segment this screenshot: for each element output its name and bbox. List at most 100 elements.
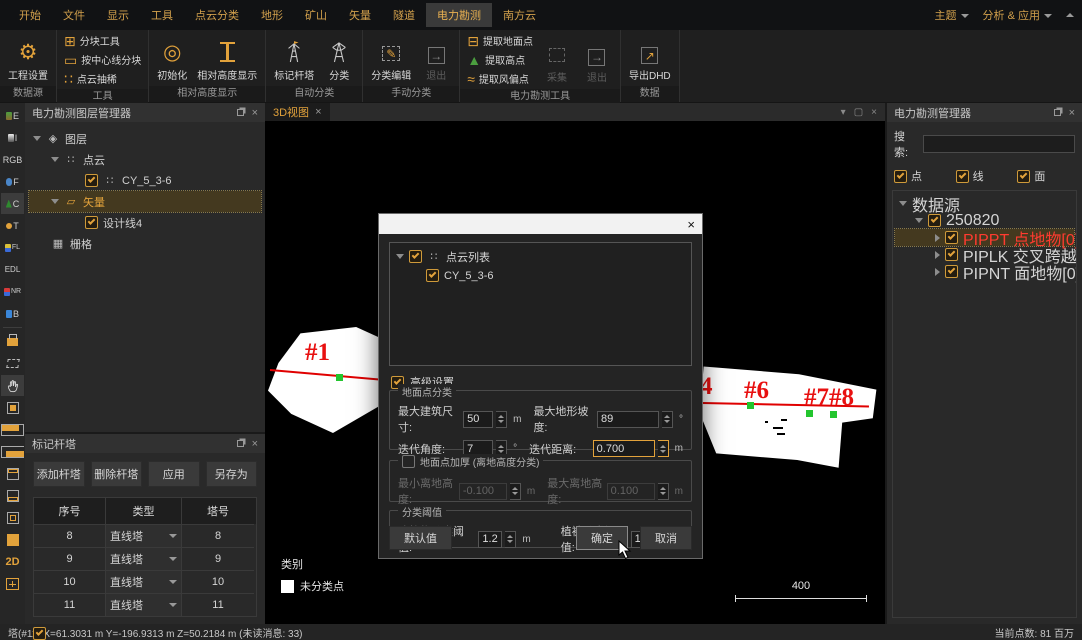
cancel-button[interactable]: 取消 [640, 526, 692, 550]
expander-icon[interactable] [935, 268, 940, 276]
add-viewport-button[interactable] [1, 573, 24, 594]
close-icon[interactable]: × [252, 439, 258, 449]
menu-mine[interactable]: 矿山 [294, 3, 338, 27]
view-cube-left-button[interactable] [1, 485, 24, 506]
menu-south-cloud[interactable]: 南方云 [492, 3, 547, 27]
export-dhd-button[interactable]: ↗ 导出DHD [625, 32, 675, 84]
tree-node-cy536[interactable]: CY_5_3-6 [392, 266, 689, 285]
close-icon[interactable]: × [871, 107, 877, 118]
expander-icon[interactable] [899, 201, 907, 206]
search-input[interactable] [923, 135, 1075, 153]
tree-node-pointcloud-list[interactable]: ∷ 点云列表 [392, 247, 689, 266]
max-terrain-slope-input[interactable] [597, 411, 659, 428]
line-checkbox[interactable] [956, 170, 969, 183]
extract-high-points-button[interactable]: ▲ 提取高点 [464, 51, 536, 68]
view-2d-button[interactable]: 2D [1, 551, 24, 572]
table-row[interactable]: 8 直线塔 8 [34, 524, 256, 547]
collapse-ribbon-icon[interactable] [1066, 13, 1074, 17]
menu-pointcloud-classify[interactable]: 点云分类 [184, 3, 250, 27]
close-icon[interactable]: × [687, 218, 695, 231]
edl-mode-button[interactable]: EDL [1, 259, 24, 280]
checkbox-checked[interactable] [409, 250, 422, 263]
view-cube-front-button[interactable] [1, 441, 24, 462]
view-cube-solid-button[interactable] [1, 397, 24, 418]
block-tool-button[interactable]: ⊞ 分块工具 [61, 32, 144, 49]
classification-mode-button[interactable]: C [1, 193, 24, 214]
zoom-extent-button[interactable] [1, 529, 24, 550]
tree-node-layers[interactable]: ◈ 图层 [29, 128, 261, 149]
close-tab-icon[interactable]: × [315, 106, 321, 118]
centerline-block-button[interactable]: ▭ 按中心线分块 [61, 51, 144, 68]
blend-mode-button[interactable]: F [1, 171, 24, 192]
iteration-distance-input[interactable] [593, 440, 655, 457]
checkbox-checked[interactable] [945, 231, 958, 244]
tree-node-vector[interactable]: ▱ 矢量 [29, 191, 261, 212]
pan-button[interactable] [1, 375, 24, 396]
menu-terrain[interactable]: 地形 [250, 3, 294, 27]
select-bucket-button[interactable] [1, 331, 24, 352]
filter-point[interactable]: 点 [894, 168, 952, 184]
point-checkbox[interactable] [894, 170, 907, 183]
checkbox-checked[interactable] [426, 269, 439, 282]
apply-button[interactable]: 应用 [148, 461, 200, 487]
mark-tower-button[interactable]: 标记杆塔 [270, 32, 318, 84]
default-values-button[interactable]: 默认值 [389, 526, 452, 550]
delete-tower-button[interactable]: 删除杆塔 [91, 461, 143, 487]
tree-node-pipnt[interactable]: PIPNT 面地物[0] [895, 263, 1074, 280]
type-dropdown[interactable]: 直线塔 [106, 524, 182, 547]
checkbox-checked[interactable] [85, 174, 98, 187]
table-row[interactable]: 10 直线塔 10 [34, 570, 256, 593]
thicken-checkbox-unchecked[interactable] [402, 455, 415, 468]
project-settings-button[interactable]: ⚙ 工程设置 [4, 32, 52, 84]
table-row[interactable]: 11 直线塔 11 [34, 593, 256, 616]
filter-area[interactable]: 面 [1017, 168, 1075, 184]
tree-node-cy536[interactable]: ∷ CY_5_3-6 [29, 170, 261, 191]
maximize-icon[interactable]: ▢ [854, 107, 863, 118]
close-icon[interactable]: × [252, 108, 258, 118]
expander-icon[interactable] [396, 254, 404, 259]
save-as-button[interactable]: 另存为 [206, 461, 258, 487]
flightline-mode-button[interactable]: FL [1, 237, 24, 258]
filter-line[interactable]: 线 [956, 168, 1014, 184]
add-tower-button[interactable]: 添加杆塔 [33, 461, 85, 487]
blend-b-mode-button[interactable]: B [1, 303, 24, 324]
area-checkbox[interactable] [1017, 170, 1030, 183]
tab-list-icon[interactable]: ▾ [841, 107, 846, 118]
menu-vector[interactable]: 矢量 [338, 3, 382, 27]
show-all-towers-checkbox[interactable] [33, 627, 46, 640]
time-mode-button[interactable]: T [1, 215, 24, 236]
menu-file[interactable]: 文件 [52, 3, 96, 27]
classify-edit-button[interactable]: ✎ 分类编辑 [367, 32, 415, 84]
menu-power-survey[interactable]: 电力勘测 [426, 3, 492, 27]
intensity-mode-button[interactable]: I [1, 127, 24, 148]
checkbox-checked[interactable] [945, 265, 958, 278]
type-dropdown[interactable]: 直线塔 [106, 570, 182, 593]
tree-node-pointcloud[interactable]: ∷ 点云 [29, 149, 261, 170]
menu-start[interactable]: 开始 [8, 3, 52, 27]
menu-tools[interactable]: 工具 [140, 3, 184, 27]
theme-dropdown[interactable]: 主题 [935, 7, 969, 23]
expander-icon[interactable] [935, 234, 940, 242]
return-mode-button[interactable]: NR [1, 281, 24, 302]
checkbox-checked[interactable] [85, 216, 98, 229]
max-building-size-input[interactable] [463, 411, 493, 428]
menu-tunnel[interactable]: 隧道 [382, 3, 426, 27]
relative-height-display-button[interactable]: 相对高度显示 [193, 32, 261, 84]
menu-display[interactable]: 显示 [96, 3, 140, 27]
close-icon[interactable]: × [1069, 108, 1075, 118]
pointcloud-thin-button[interactable]: ∷ 点云抽稀 [61, 70, 144, 87]
checkbox-checked[interactable] [928, 214, 941, 227]
extract-windage-points-button[interactable]: ≈ 提取风偏点 [464, 70, 536, 87]
rgb-mode-button[interactable]: RGB [1, 149, 24, 170]
expander-icon[interactable] [51, 157, 59, 162]
type-dropdown[interactable]: 直线塔 [106, 593, 182, 616]
float-panel-icon[interactable] [237, 109, 244, 116]
expander-icon[interactable] [915, 218, 923, 223]
float-panel-icon[interactable] [1054, 109, 1061, 116]
expander-icon[interactable] [935, 251, 940, 259]
tree-node-raster[interactable]: ▦ 栅格 [29, 233, 261, 254]
float-panel-icon[interactable] [237, 440, 244, 447]
view-cube-back-button[interactable] [1, 463, 24, 484]
type-dropdown[interactable]: 直线塔 [106, 547, 182, 570]
view-cube-iso-button[interactable] [1, 507, 24, 528]
